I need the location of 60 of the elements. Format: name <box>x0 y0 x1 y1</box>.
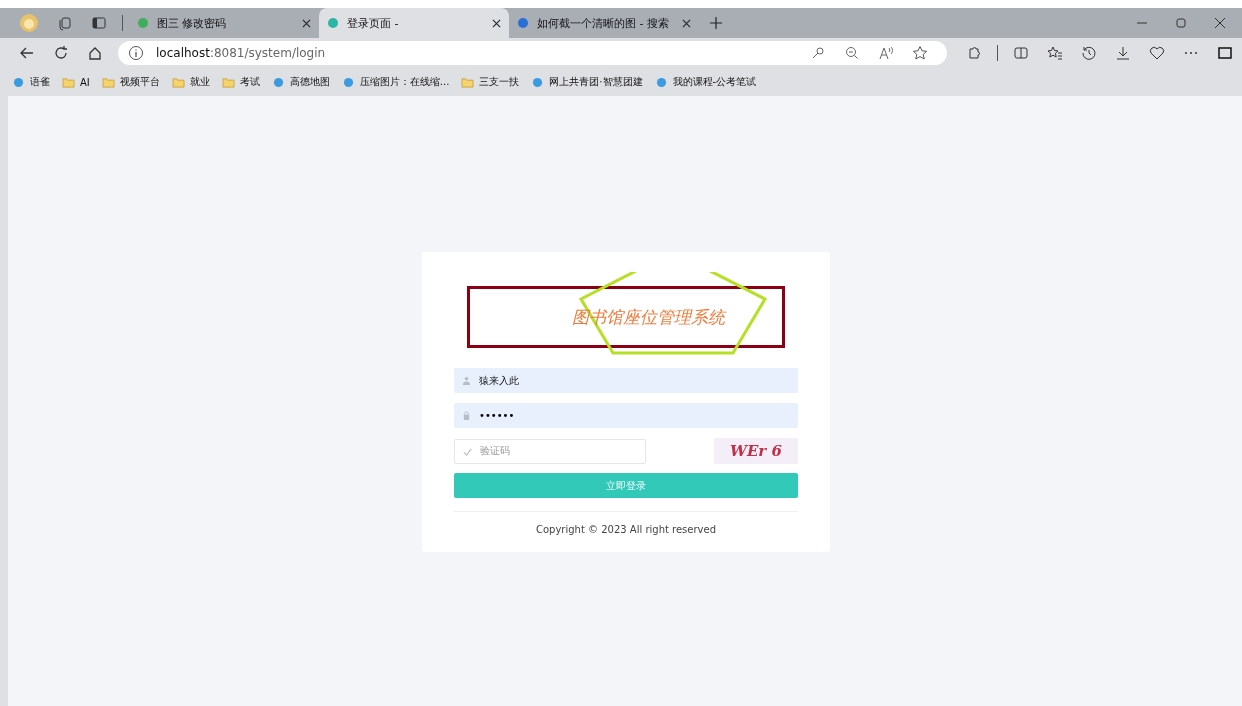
back-icon[interactable] <box>19 45 35 61</box>
url-text: localhost:8081/system/login <box>156 46 326 60</box>
close-window-icon[interactable] <box>1212 15 1228 31</box>
browser-tab[interactable]: 如何截一个清晰的图 - 搜索 <box>509 8 699 38</box>
refresh-icon[interactable] <box>53 45 69 61</box>
copyright-text: Copyright © 2023 All right reserved <box>534 524 717 535</box>
favorite-star-icon[interactable] <box>912 45 928 61</box>
sidebar-icon[interactable] <box>1217 45 1233 61</box>
address-bar[interactable]: localhost:8081/system/login <box>118 41 947 65</box>
browser-tab[interactable]: 图三 修改密码 <box>129 8 319 38</box>
extensions-icon[interactable] <box>966 45 982 61</box>
check-icon <box>463 446 472 456</box>
site-icon <box>12 76 25 88</box>
folder-icon <box>171 76 185 88</box>
bookmark-item[interactable]: 高德地图 <box>271 75 330 89</box>
tab-favicon-icon <box>137 17 149 29</box>
zoom-out-icon[interactable] <box>844 45 860 61</box>
folder-icon <box>101 76 115 88</box>
tab-actions-icon[interactable] <box>91 15 107 31</box>
bookmark-item[interactable]: 三支一扶 <box>461 75 520 89</box>
bookmark-item[interactable]: 网上共青团·智慧团建 <box>531 75 643 89</box>
tab-title: 图三 修改密码 <box>157 15 228 31</box>
info-icon <box>128 45 144 61</box>
history-icon[interactable] <box>1081 45 1097 61</box>
password-field[interactable]: •••••• <box>454 403 798 428</box>
home-icon[interactable] <box>87 45 103 61</box>
close-tab-icon[interactable] <box>682 18 691 28</box>
bookmark-item[interactable]: 考试 <box>221 75 260 89</box>
folder-icon <box>461 76 475 88</box>
folder-icon <box>62 76 75 88</box>
site-icon <box>341 76 355 88</box>
restore-icon[interactable] <box>1173 15 1189 31</box>
tab-title: 登录页面 - <box>347 15 400 31</box>
captcha-image[interactable]: WEr 6 <box>714 438 798 464</box>
tab-favicon-icon <box>327 17 339 29</box>
collections-icon[interactable] <box>57 15 73 31</box>
user-icon <box>462 376 471 385</box>
tab-favicon-icon <box>517 17 529 29</box>
close-tab-icon[interactable] <box>492 18 501 28</box>
site-icon <box>654 76 668 88</box>
bookmark-item[interactable]: 就业 <box>171 75 210 89</box>
username-field[interactable]: 猿来入此 <box>454 368 798 393</box>
folder-icon <box>221 76 235 88</box>
bookmark-item[interactable]: AI <box>62 76 90 88</box>
close-tab-icon[interactable] <box>302 18 311 28</box>
read-aloud-icon[interactable] <box>878 45 894 61</box>
split-screen-icon[interactable] <box>1013 45 1029 61</box>
bookmark-item[interactable]: 压缩图片：在线缩... <box>341 75 450 89</box>
heart-icon[interactable] <box>1149 45 1165 61</box>
bookmark-item[interactable]: 视频平台 <box>101 75 160 89</box>
bookmark-item[interactable]: 我的课程-公考笔试 <box>654 75 757 89</box>
lock-icon <box>462 411 471 420</box>
site-icon <box>271 76 285 88</box>
tab-title: 如何截一个清晰的图 - 搜索 <box>537 15 670 31</box>
new-tab-icon[interactable] <box>708 15 724 31</box>
favorites-icon[interactable] <box>1047 45 1063 61</box>
bookmark-item[interactable]: 语雀 <box>12 75 50 89</box>
download-icon[interactable] <box>1115 45 1131 61</box>
browser-tab[interactable]: 登录页面 - <box>319 8 509 38</box>
site-icon <box>531 76 545 88</box>
